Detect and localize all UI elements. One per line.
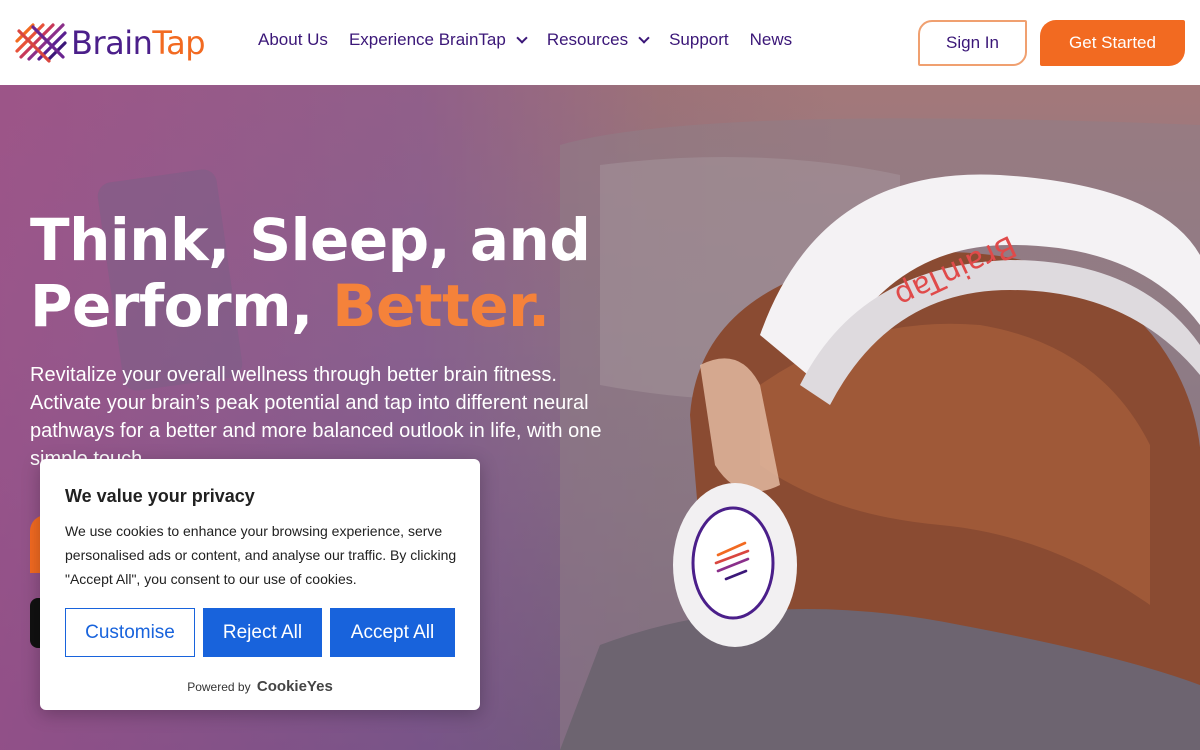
powered-by-label: Powered by bbox=[187, 680, 251, 694]
hero-title: Think, Sleep, and Perform, Better. bbox=[30, 206, 591, 340]
cookie-banner-text: We use cookies to enhance your browsing … bbox=[65, 523, 457, 587]
braintap-logo-icon bbox=[15, 23, 67, 63]
logo-wordmark: BrainTap bbox=[71, 24, 206, 62]
nav-item-label: News bbox=[749, 30, 793, 49]
site-header: BrainTap About Us Experience BrainTap Re… bbox=[0, 0, 1200, 85]
chevron-down-icon bbox=[638, 31, 650, 44]
logo-wordmark-brain: Brain bbox=[71, 24, 153, 62]
hero-title-line1: Think, Sleep, and bbox=[30, 206, 591, 274]
logo-wordmark-tap: Tap bbox=[152, 24, 206, 62]
cookie-banner-title: We value your privacy bbox=[65, 486, 255, 506]
braintap-logo[interactable]: BrainTap bbox=[15, 22, 206, 64]
cookieyes-logo[interactable]: CookieYes bbox=[257, 678, 333, 695]
accept-all-button[interactable]: Accept All bbox=[330, 608, 455, 657]
nav-item-label: Support bbox=[669, 30, 729, 49]
nav-item-news[interactable]: News bbox=[750, 30, 793, 50]
hero-title-line2: Perform, bbox=[30, 272, 333, 340]
reject-all-button[interactable]: Reject All bbox=[203, 608, 322, 657]
hero-title-accent: Better. bbox=[332, 272, 550, 340]
main-nav: About Us Experience BrainTap Resources S… bbox=[258, 30, 813, 50]
customise-button[interactable]: Customise bbox=[65, 608, 195, 657]
nav-item-label: Experience BrainTap bbox=[348, 30, 506, 49]
nav-item-label: About Us bbox=[258, 30, 328, 49]
nav-item-experience-braintap[interactable]: Experience BrainTap bbox=[348, 30, 528, 50]
nav-item-about-us[interactable]: About Us bbox=[258, 30, 328, 50]
nav-item-resources[interactable]: Resources bbox=[546, 30, 650, 50]
nav-item-support[interactable]: Support bbox=[669, 30, 729, 50]
powered-by: Powered by CookieYes bbox=[40, 678, 480, 695]
nav-item-label: Resources bbox=[546, 30, 629, 49]
get-started-button[interactable]: Get Started bbox=[1040, 20, 1185, 66]
cookie-consent-banner: We value your privacy We use cookies to … bbox=[40, 459, 480, 710]
hero-subtitle: Revitalize your overall wellness through… bbox=[30, 364, 602, 470]
sign-in-button[interactable]: Sign In bbox=[918, 20, 1027, 66]
chevron-down-icon bbox=[516, 31, 528, 44]
